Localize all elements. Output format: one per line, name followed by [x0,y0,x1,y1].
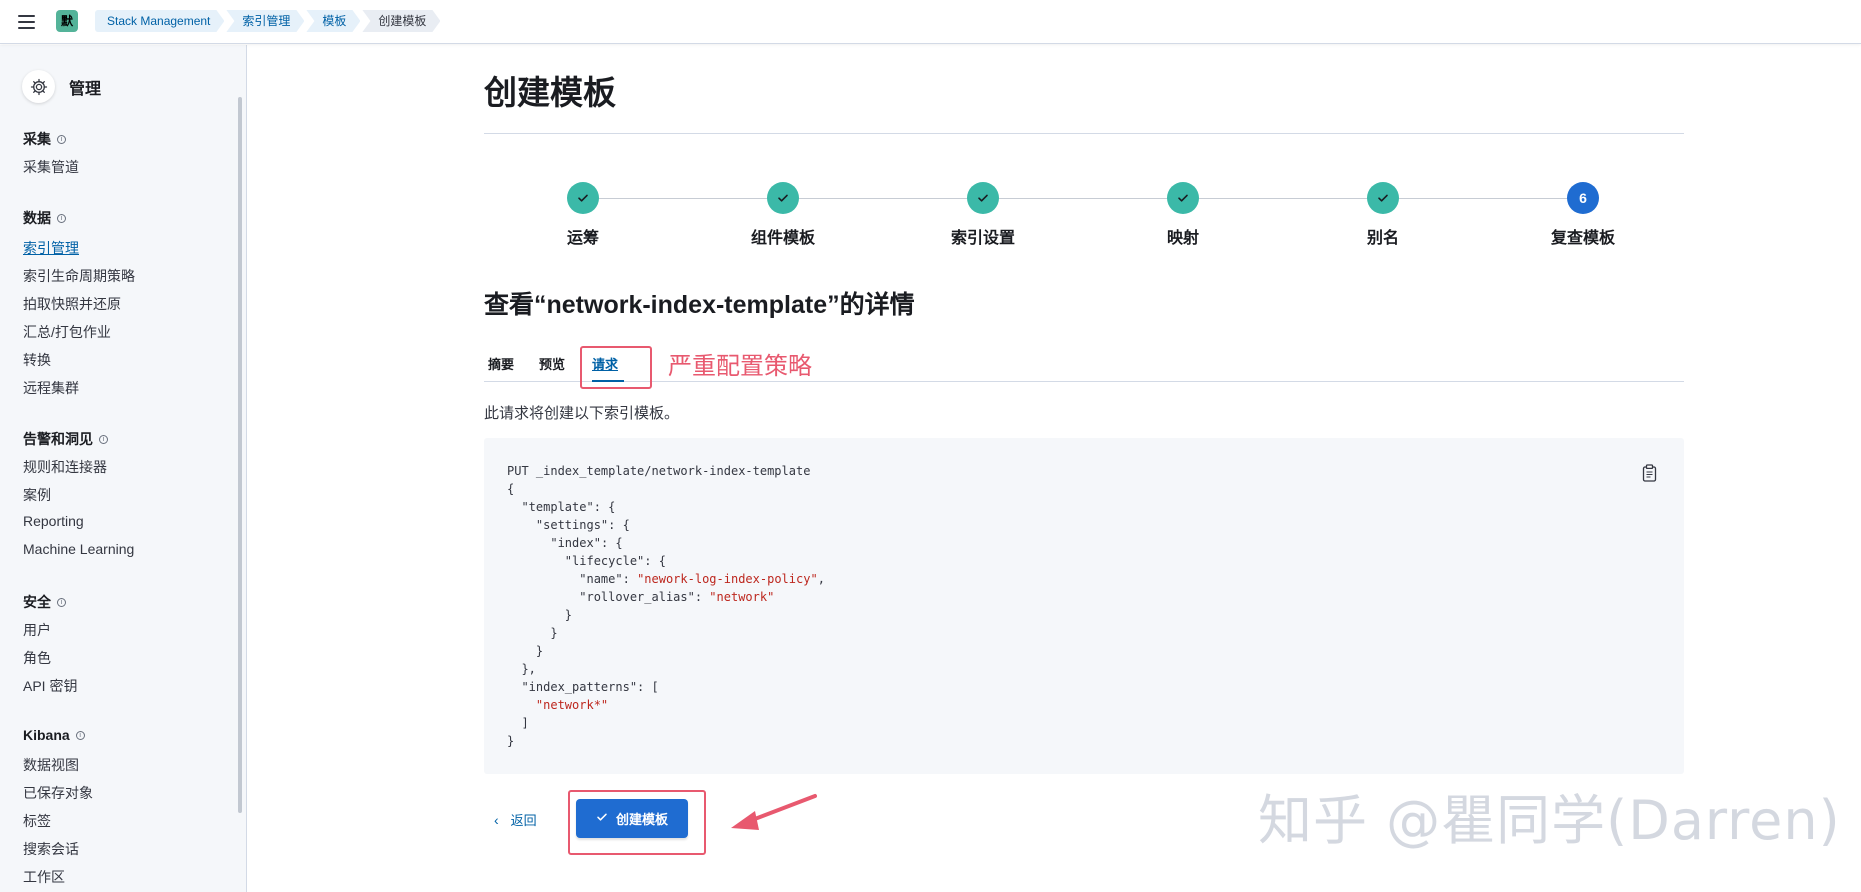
sidebar-item-data-views[interactable]: 数据视图 [23,755,79,775]
annotation-box-tab [580,346,652,389]
check-icon [967,182,999,214]
sidebar-item-remote-clusters[interactable]: 远程集群 [23,378,79,398]
breadcrumb-stack-management[interactable]: Stack Management [95,10,224,32]
sidebar-item-api-keys[interactable]: API 密钥 [23,676,77,696]
step-logistics[interactable]: 运筹 [483,182,683,248]
sidebar-item-search-sessions[interactable]: 搜索会话 [23,839,79,859]
sidebar-header: 管理 [22,70,101,103]
sidebar-item-index-management[interactable]: 索引管理 [23,238,79,258]
group-title-security: 安全 i [23,592,66,612]
group-title-ingest: 采集 i [23,129,66,149]
group-title-alerts-insights: 告警和洞见 i [23,429,108,449]
details-title: 查看“network-index-template”的详情 [484,291,915,319]
tab-bar: 摘要 预览 请求 [484,350,1684,382]
back-button[interactable]: ‹ 返回 [494,810,537,829]
check-icon [767,182,799,214]
breadcrumb-templates[interactable]: 模板 [306,10,360,32]
request-description: 此请求将创建以下索引模板。 [484,405,680,422]
page-title: 创建模板 [484,74,616,111]
request-code: PUT _index_template/network-index-templa… [507,464,825,748]
group-title-kibana: Kibana i [23,727,85,743]
sidebar-item-rules-connectors[interactable]: 规则和连接器 [23,457,107,477]
check-icon [1367,182,1399,214]
sidebar-item-snapshot-restore[interactable]: 拍取快照并还原 [23,294,121,314]
sidebar-item-ingest-pipelines[interactable]: 采集管道 [23,157,79,177]
space-avatar[interactable]: 默 [56,10,78,32]
info-icon: i [99,434,108,444]
sidebar-item-rollup-jobs[interactable]: 汇总/打包作业 [23,322,111,342]
sidebar-item-ilm-policies[interactable]: 索引生命周期策略 [23,266,135,286]
annotation-arrow-icon [731,794,817,830]
step-label: 别名 [1366,230,1399,247]
step-review-template[interactable]: 6 复查模板 [1483,182,1683,248]
breadcrumb: Stack Management 索引管理 模板 创建模板 [95,10,442,32]
info-icon: i [57,597,66,607]
step-label: 组件模板 [750,230,815,247]
top-header: 默 Stack Management 索引管理 模板 创建模板 [0,0,1861,44]
check-icon [567,182,599,214]
copy-clipboard-icon[interactable] [1642,464,1658,482]
check-icon [1167,182,1199,214]
watermark: 知乎 @瞿同学(Darren) [1258,789,1841,852]
step-label: 索引设置 [950,230,1015,247]
group-title-data: 数据 i [23,208,66,228]
sidebar-item-spaces[interactable]: 工作区 [23,867,65,887]
step-label: 运筹 [566,230,599,247]
sidebar-item-roles[interactable]: 角色 [23,648,51,668]
tab-preview[interactable]: 预览 [539,354,565,373]
tab-summary[interactable]: 摘要 [488,354,514,373]
sidebar-item-cases[interactable]: 案例 [23,485,51,505]
sidebar-item-users[interactable]: 用户 [23,620,51,640]
annotation-box-button [568,790,706,855]
sidebar-item-machine-learning[interactable]: Machine Learning [23,541,134,557]
step-aliases[interactable]: 别名 [1283,182,1483,248]
sidebar-item-transforms[interactable]: 转换 [23,350,51,370]
info-icon: i [57,213,66,223]
info-icon: i [75,730,85,740]
code-block: PUT _index_template/network-index-templa… [484,438,1684,774]
step-component-templates[interactable]: 组件模板 [683,182,883,248]
step-index-settings[interactable]: 索引设置 [883,182,1083,248]
back-label: 返回 [510,813,537,828]
chevron-left-icon: ‹ [494,811,499,828]
menu-icon[interactable] [16,12,38,32]
breadcrumb-create-template: 创建模板 [362,10,440,32]
sidebar-scrollbar[interactable] [238,97,242,813]
step-label: 复查模板 [1550,230,1615,247]
breadcrumb-index-management[interactable]: 索引管理 [226,10,304,32]
sidebar-item-saved-objects[interactable]: 已保存对象 [23,783,93,803]
step-label: 映射 [1166,230,1199,247]
sidebar: 管理 采集 i 采集管道 数据 i 索引管理 索引生命周期策略 拍取快照并还原 汇总… [0,45,247,892]
sidebar-item-reporting[interactable]: Reporting [23,513,84,529]
step-number: 6 [1567,182,1599,214]
sidebar-title: 管理 [69,80,102,98]
title-divider [484,133,1684,134]
annotation-text: 严重配置策略 [668,353,812,380]
step-mappings[interactable]: 映射 [1083,182,1283,248]
info-icon: i [57,134,66,144]
sidebar-item-tags[interactable]: 标签 [23,811,51,831]
gear-icon [22,70,55,103]
